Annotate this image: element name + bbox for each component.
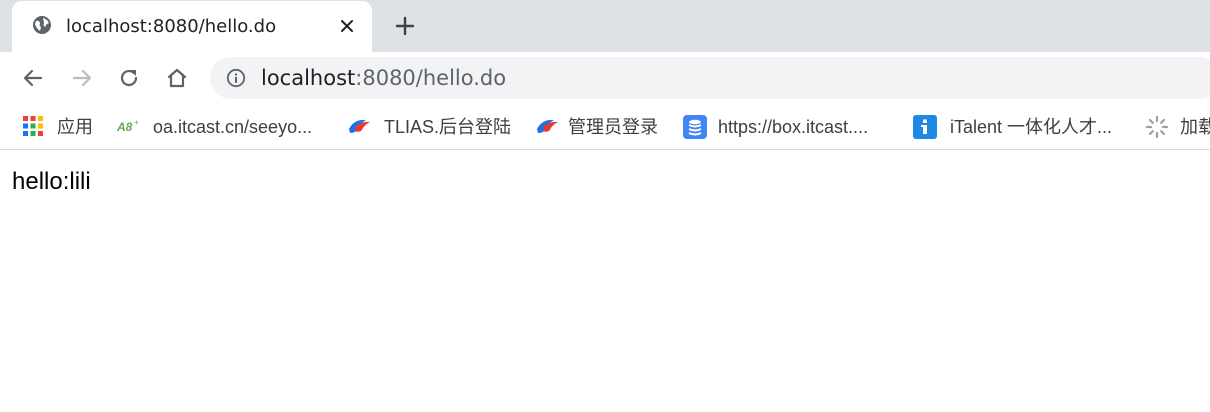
tlias-logo-icon	[349, 119, 370, 133]
bookmark-label: TLIAS.后台登陆	[384, 117, 512, 137]
tab-strip: localhost:8080/hello.do	[0, 0, 1210, 52]
info-icon[interactable]	[226, 68, 246, 88]
loading-spinner-icon	[1145, 115, 1169, 139]
url-text[interactable]: localhost:8080/hello.do	[261, 66, 506, 90]
forward-arrow-icon[interactable]	[69, 65, 95, 91]
bookmark-label: 应用	[57, 117, 93, 137]
database-icon	[683, 115, 707, 139]
bookmark-label: iTalent 一体化人才...	[950, 117, 1113, 137]
bookmark-apps[interactable]: 应用	[22, 114, 102, 140]
bookmark-admin-login[interactable]: 管理员登录	[534, 114, 664, 140]
bookmark-label: 管理员登录	[568, 117, 658, 137]
new-tab-plus-icon[interactable]	[392, 13, 418, 39]
a8-logo-icon: A8 +	[116, 118, 139, 134]
browser-toolbar: localhost:8080/hello.do	[0, 52, 1210, 104]
url-path: :8080/hello.do	[355, 66, 507, 90]
globe-icon	[33, 16, 51, 34]
tab-active[interactable]: localhost:8080/hello.do	[12, 1, 372, 52]
reload-icon[interactable]	[116, 65, 142, 91]
back-arrow-icon[interactable]	[20, 65, 46, 91]
bookmark-label: oa.itcast.cn/seeyo...	[153, 117, 313, 137]
close-icon[interactable]	[338, 17, 356, 35]
info-icon	[913, 115, 937, 139]
bookmarks-bar: 应用 A8 + oa.itcast.cn/seeyo... TLIAS.后台登陆…	[0, 104, 1210, 150]
tlias-logo-icon	[537, 119, 558, 133]
svg-text:+: +	[134, 118, 139, 127]
address-bar[interactable]: localhost:8080/hello.do	[210, 57, 1210, 99]
bookmark-box-itcast[interactable]: https://box.itcast....	[683, 114, 893, 140]
bookmark-loading[interactable]: 加载	[1145, 114, 1210, 140]
bookmark-italent[interactable]: iTalent 一体化人才...	[913, 114, 1123, 140]
bookmark-label: https://box.itcast....	[718, 117, 869, 137]
url-host: localhost	[261, 66, 356, 90]
page-body-text: hello:lili	[12, 168, 91, 195]
bookmark-tlias[interactable]: TLIAS.后台登陆	[346, 114, 516, 140]
tab-title: localhost:8080/hello.do	[66, 16, 277, 37]
apps-grid-icon	[23, 116, 43, 136]
bookmark-oa-itcast[interactable]: A8 + oa.itcast.cn/seeyo...	[116, 114, 326, 140]
svg-text:A8: A8	[116, 120, 133, 134]
home-icon[interactable]	[164, 65, 190, 91]
bookmark-label: 加载	[1180, 117, 1210, 137]
